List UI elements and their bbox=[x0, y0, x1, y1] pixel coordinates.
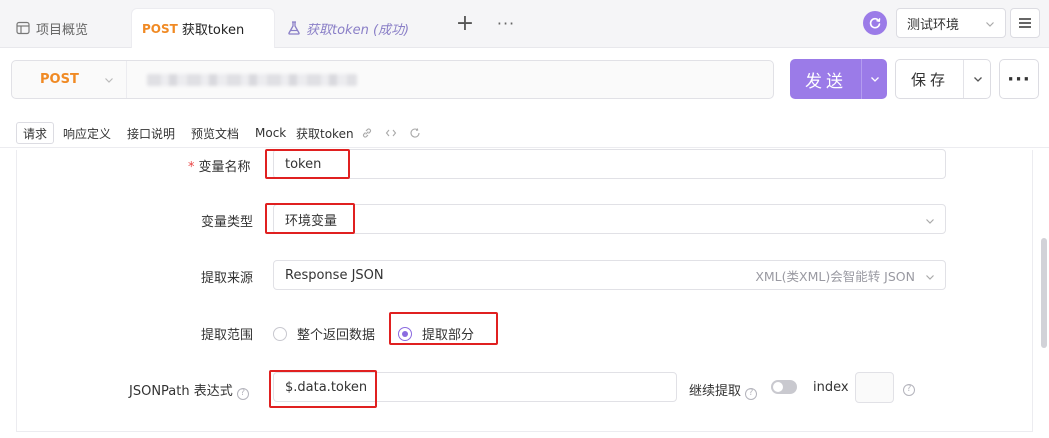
subtab-request[interactable]: 请求 bbox=[16, 122, 55, 144]
jsonpath-label-text: JSONPath 表达式 bbox=[129, 384, 233, 399]
environment-label: 测试环境 bbox=[907, 17, 960, 33]
environment-icon[interactable] bbox=[863, 11, 887, 35]
radio-dot bbox=[398, 326, 412, 341]
extract-source-label: 提取来源 bbox=[201, 271, 254, 286]
refresh-icon[interactable] bbox=[408, 126, 421, 139]
index-help: ? bbox=[899, 380, 915, 396]
method-select[interactable]: POST bbox=[12, 61, 127, 98]
variable-name-input[interactable]: token bbox=[273, 149, 946, 179]
chevron-down-icon bbox=[104, 74, 114, 89]
required-mark: * bbox=[188, 160, 195, 175]
request-url-bar: POST bbox=[11, 60, 774, 99]
tab-label: 项目概览 bbox=[36, 22, 89, 38]
variable-name-label: * 变量名称 bbox=[188, 156, 251, 175]
radio-whole-response[interactable]: 整个返回数据 bbox=[273, 324, 375, 343]
menu-icon[interactable] bbox=[1010, 8, 1040, 38]
jsonpath-input[interactable]: $.data.token bbox=[273, 372, 677, 402]
subtab-preview-doc[interactable]: 预览文档 bbox=[191, 122, 239, 144]
chevron-down-icon bbox=[973, 77, 982, 82]
continue-extract-text: 继续提取 bbox=[689, 384, 742, 399]
radio-label: 整个返回数据 bbox=[297, 328, 376, 343]
test-case-icon bbox=[286, 20, 302, 36]
subtab-response-definition[interactable]: 响应定义 bbox=[63, 122, 111, 144]
continue-extract-toggle[interactable] bbox=[771, 380, 797, 394]
chevron-down-icon bbox=[870, 77, 879, 82]
tab-get-token-request[interactable]: POST 获取token bbox=[131, 8, 275, 48]
url-input[interactable] bbox=[147, 74, 357, 86]
subtab-api-description[interactable]: 接口说明 bbox=[127, 122, 175, 144]
tab-bar: 项目概览 POST 获取token 获取token (成功) + ··· 测试环… bbox=[0, 0, 1049, 48]
tab-method: POST bbox=[142, 21, 178, 36]
index-label: index bbox=[813, 380, 849, 395]
continue-extract-label: 继续提取? bbox=[689, 380, 758, 400]
chevron-down-icon bbox=[925, 271, 935, 286]
variable-type-select[interactable]: 环境变量 bbox=[273, 204, 946, 234]
tab-label: 获取token (成功) bbox=[306, 22, 410, 38]
sub-tab-bar: 请求 响应定义 接口说明 预览文档 Mock 获取token bbox=[0, 118, 1049, 148]
more-actions-button[interactable]: ··· bbox=[999, 59, 1039, 99]
variable-type-label: 变量类型 bbox=[201, 215, 254, 230]
overview-icon bbox=[16, 21, 30, 35]
send-label: 发送 bbox=[805, 71, 847, 92]
jsonpath-value: $.data.token bbox=[285, 379, 368, 395]
variable-name-value: token bbox=[285, 156, 322, 172]
extract-source-value: Response JSON bbox=[285, 267, 384, 283]
extract-source-select[interactable]: Response JSON XML(类XML)会智能转 JSON bbox=[273, 260, 946, 290]
help-icon[interactable]: ? bbox=[903, 383, 915, 396]
subtab-mock[interactable]: Mock bbox=[255, 122, 286, 144]
subtab-case-name[interactable]: 获取token bbox=[296, 122, 354, 144]
link-icon[interactable] bbox=[360, 126, 373, 139]
save-label: 保存 bbox=[910, 70, 949, 89]
method-label: POST bbox=[40, 72, 79, 87]
chevron-down-icon bbox=[925, 215, 935, 230]
tab-get-token-success[interactable]: 获取token (成功) bbox=[286, 8, 409, 48]
more-tabs-button[interactable]: ··· bbox=[496, 14, 516, 34]
help-icon[interactable]: ? bbox=[745, 387, 758, 400]
extract-source-hint: XML(类XML)会智能转 JSON bbox=[755, 268, 915, 284]
environment-select[interactable]: 测试环境 bbox=[896, 8, 1006, 38]
variable-name-text: 变量名称 bbox=[198, 160, 251, 175]
radio-label: 提取部分 bbox=[422, 328, 475, 343]
jsonpath-label: JSONPath 表达式? bbox=[129, 380, 249, 400]
save-options-button[interactable] bbox=[963, 60, 991, 98]
radio-extract-part[interactable]: 提取部分 bbox=[398, 324, 474, 343]
send-button[interactable]: 发送 bbox=[790, 59, 887, 99]
chevron-down-icon bbox=[985, 18, 995, 33]
code-icon[interactable] bbox=[384, 126, 397, 139]
extract-scope-label: 提取范围 bbox=[201, 328, 254, 343]
scrollbar[interactable] bbox=[1041, 238, 1047, 348]
add-tab-button[interactable]: + bbox=[455, 13, 475, 35]
variable-type-value: 环境变量 bbox=[285, 213, 338, 229]
tab-label: 获取token bbox=[181, 23, 245, 38]
radio-dot bbox=[273, 326, 287, 341]
index-input[interactable] bbox=[855, 372, 894, 403]
tab-project-overview[interactable]: 项目概览 bbox=[16, 8, 88, 48]
send-options-button[interactable] bbox=[861, 59, 887, 99]
help-icon[interactable]: ? bbox=[236, 387, 249, 400]
save-button[interactable]: 保存 bbox=[895, 59, 991, 99]
